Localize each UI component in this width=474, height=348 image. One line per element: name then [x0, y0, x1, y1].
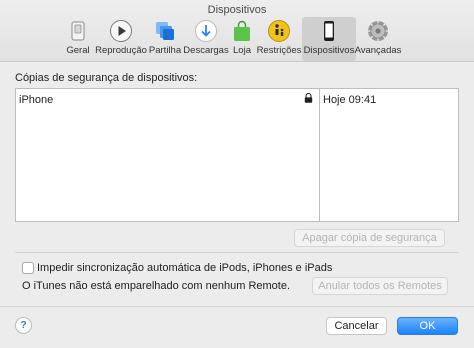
- remote-status-text: O iTunes não está emparelhado com nenhum…: [22, 280, 291, 292]
- tab-label: Partilha: [148, 45, 182, 56]
- backups-section-label: Cópias de segurança de dispositivos:: [15, 72, 198, 84]
- prevent-sync-label: Impedir sincronização automática de iPod…: [37, 262, 333, 274]
- tab-restricoes[interactable]: Restrições: [256, 17, 302, 61]
- prevent-sync-checkbox[interactable]: [22, 262, 34, 274]
- help-button[interactable]: ?: [15, 317, 32, 334]
- sharing-icon: [156, 22, 174, 40]
- tab-label: Descargas: [183, 45, 229, 56]
- backup-date: Hoje 09:41: [323, 94, 377, 106]
- tab-label: Reprodução: [95, 45, 147, 56]
- tab-label: Avançadas: [354, 45, 402, 56]
- tab-label: Restrições: [256, 45, 302, 56]
- footer-divider: [0, 306, 474, 307]
- forget-remotes-button[interactable]: Anular todos os Remotes: [312, 277, 448, 295]
- tab-partilha[interactable]: Partilha: [146, 17, 184, 61]
- parental-icon: [268, 20, 290, 42]
- delete-backup-button[interactable]: Apagar cópia de segurança: [294, 229, 445, 247]
- window-title: Dispositivos: [207, 4, 267, 16]
- divider: [15, 252, 459, 253]
- gear-icon: [367, 20, 389, 42]
- tab-label: Loja: [233, 45, 251, 56]
- tab-descargas[interactable]: Descargas: [183, 17, 229, 61]
- lock-icon: [304, 93, 313, 103]
- store-bag-icon: [234, 20, 250, 41]
- ok-button[interactable]: OK: [397, 317, 458, 335]
- phone-icon: [324, 21, 334, 41]
- tab-bar: Geral Reprodução Partilha Descargas Loja…: [60, 17, 402, 61]
- tab-loja[interactable]: Loja: [228, 17, 256, 61]
- tab-label: Dispositivos: [303, 45, 355, 56]
- table-row[interactable]: iPhone Hoje 09:41: [16, 91, 458, 109]
- tab-dispositivos[interactable]: Dispositivos: [302, 17, 356, 61]
- switch-icon: [71, 21, 85, 41]
- tab-label: Geral: [66, 45, 90, 56]
- cancel-button[interactable]: Cancelar: [326, 317, 387, 335]
- tab-reproducao[interactable]: Reprodução: [95, 17, 147, 61]
- device-name: iPhone: [19, 94, 54, 106]
- preferences-window: Dispositivos Geral Reprodução Partilha D…: [0, 0, 474, 348]
- tab-avancadas[interactable]: Avançadas: [354, 17, 402, 61]
- play-icon: [110, 20, 132, 42]
- backups-table: iPhone Hoje 09:41: [15, 88, 459, 222]
- download-icon: [195, 20, 217, 42]
- tab-geral[interactable]: Geral: [60, 17, 96, 61]
- toolbar: Dispositivos Geral Reprodução Partilha D…: [0, 0, 474, 62]
